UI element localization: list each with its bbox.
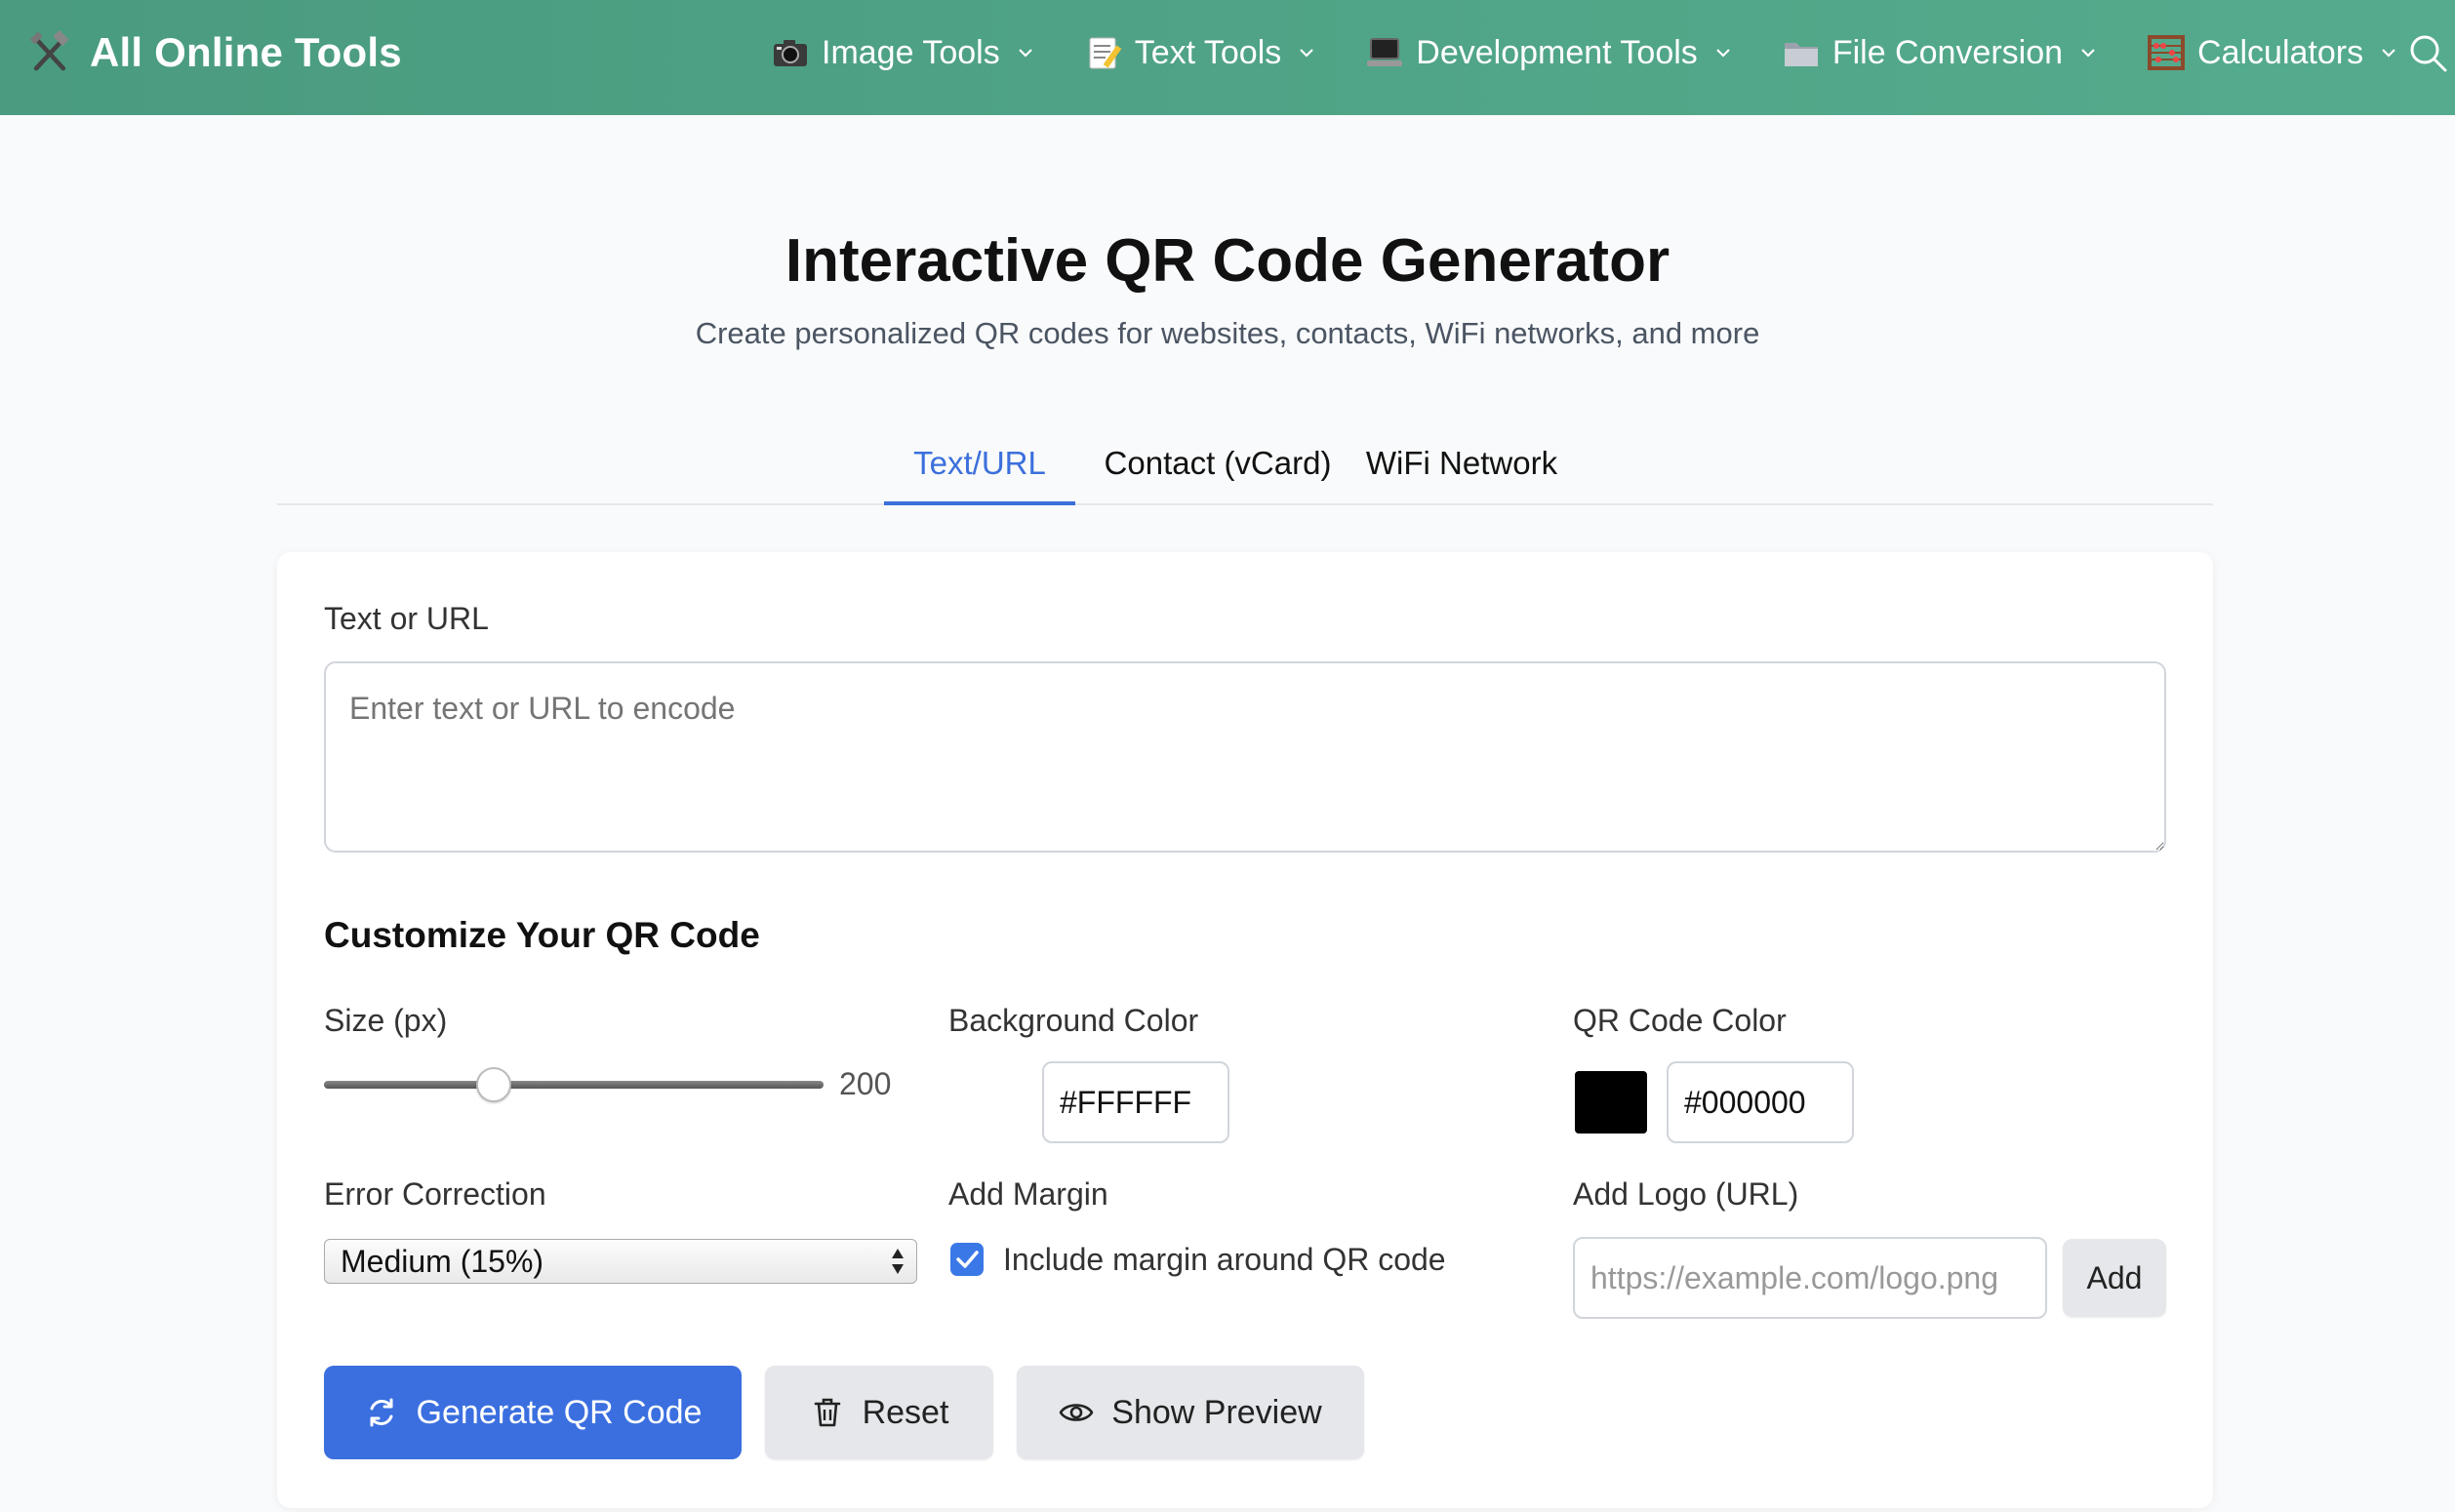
nav-calculators[interactable]: Calculators [2147, 33, 2398, 72]
margin-checkbox-label[interactable]: Include margin around QR code [1003, 1242, 1446, 1278]
add-logo-label: Add Logo (URL) [1573, 1176, 1799, 1212]
add-logo-button[interactable]: Add [2063, 1239, 2166, 1317]
logo-url-input[interactable]: https://example.com/logo.png [1573, 1237, 2047, 1319]
background-color-input[interactable]: #FFFFFF [1042, 1061, 1229, 1143]
nav-label: Text Tools [1134, 33, 1282, 71]
error-correction-value: Medium (15%) [341, 1244, 544, 1279]
tools-icon [29, 30, 69, 71]
generate-qr-button[interactable]: Generate QR Code [324, 1366, 742, 1459]
memo-icon [1089, 37, 1122, 69]
size-value: 200 [839, 1066, 892, 1101]
folder-icon [1784, 43, 1818, 66]
tab-contact-vcard[interactable]: Contact (vCard) [1101, 439, 1335, 505]
margin-checkbox[interactable] [950, 1243, 984, 1276]
size-slider-thumb[interactable] [476, 1067, 512, 1102]
qr-color-input[interactable]: #000000 [1667, 1061, 1854, 1143]
text-url-label: Text or URL [324, 601, 489, 636]
nav-label: Calculators [2197, 33, 2364, 71]
nav-development-tools[interactable]: Development Tools [1365, 33, 1733, 72]
qr-color-swatch[interactable] [1575, 1071, 1647, 1134]
tab-text-url[interactable]: Text/URL [884, 439, 1075, 505]
search-icon[interactable] [2406, 31, 2449, 74]
refresh-icon [370, 1398, 393, 1427]
generator-card: Text or URL Customize Your QR Code Size … [277, 552, 2213, 1508]
abacus-icon [2148, 35, 2186, 70]
generator-tabs: Text/URL Contact (vCard) WiFi Network [277, 429, 2213, 505]
nav-label: Image Tools [822, 33, 1000, 71]
chevron-down-icon [2081, 49, 2095, 58]
trash-icon [814, 1398, 840, 1427]
customize-heading: Customize Your QR Code [324, 915, 760, 955]
chevron-down-icon [2382, 49, 2395, 58]
reset-label: Reset [862, 1393, 949, 1431]
chevron-down-icon [1300, 49, 1314, 58]
top-navbar: All Online Tools Image Tools Text Tools [0, 0, 2455, 115]
error-correction-label: Error Correction [324, 1176, 546, 1212]
reset-button[interactable]: Reset [765, 1366, 993, 1459]
generate-qr-label: Generate QR Code [416, 1393, 703, 1431]
size-label: Size (px) [324, 1003, 448, 1038]
chevron-down-icon [1716, 49, 1730, 58]
add-margin-label: Add Margin [948, 1176, 1108, 1212]
nav-text-tools[interactable]: Text Tools [1084, 33, 1317, 72]
size-slider-track[interactable] [324, 1081, 824, 1089]
nav-label: File Conversion [1831, 33, 2064, 71]
page-subtitle: Create personalized QR codes for website… [695, 316, 1760, 350]
nav-file-conversion[interactable]: File Conversion [1782, 33, 2098, 72]
chevron-down-icon [1018, 49, 1032, 58]
laptop-icon [1367, 38, 1403, 66]
background-color-label: Background Color [948, 1003, 1199, 1038]
tab-wifi-network[interactable]: WiFi Network [1364, 439, 1559, 505]
checkmark-icon [956, 1251, 979, 1268]
page-title: Interactive QR Code Generator [785, 227, 1670, 295]
text-url-input[interactable] [324, 661, 2166, 853]
brand-link[interactable]: All Online Tools [27, 0, 402, 105]
nav-image-tools[interactable]: Image Tools [771, 33, 1035, 72]
main-nav: Image Tools Text Tools Development Tools [771, 0, 2398, 105]
qr-color-label: QR Code Color [1573, 1003, 1787, 1038]
brand-name: All Online Tools [90, 29, 402, 75]
show-preview-label: Show Preview [1111, 1393, 1322, 1431]
error-correction-select[interactable]: Medium (15%) [324, 1239, 917, 1284]
nav-label: Development Tools [1416, 33, 1698, 71]
select-arrows-icon [892, 1249, 904, 1274]
eye-icon [1059, 1404, 1094, 1421]
show-preview-button[interactable]: Show Preview [1017, 1366, 1364, 1459]
camera-icon [774, 40, 807, 66]
